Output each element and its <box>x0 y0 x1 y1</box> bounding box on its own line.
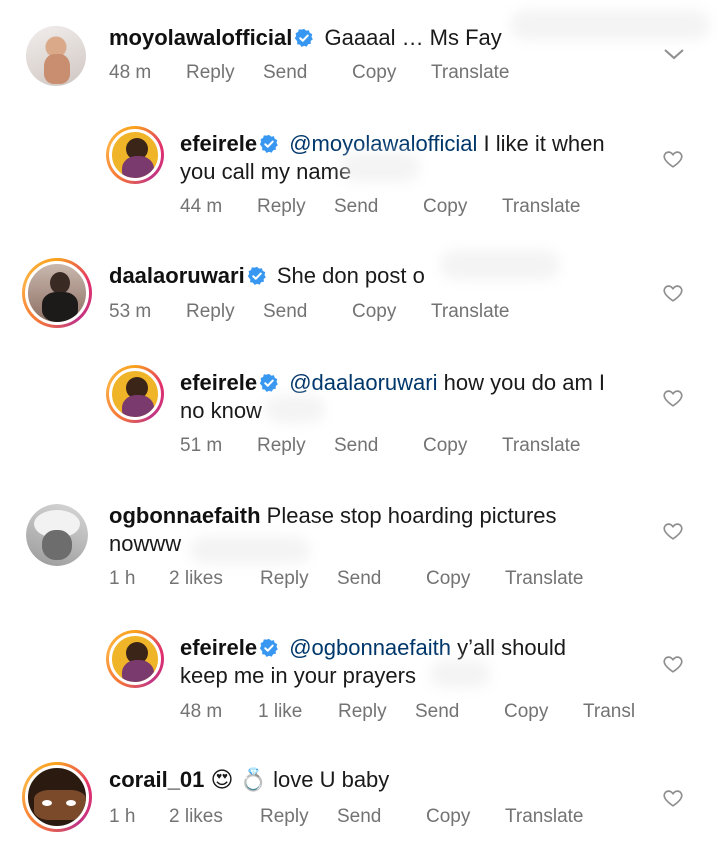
translate-button[interactable]: Translate <box>505 806 584 828</box>
avatar[interactable] <box>22 258 92 328</box>
comment-body: Please stop hoarding pictures <box>266 503 557 528</box>
copy-button[interactable]: Copy <box>352 301 396 323</box>
comment-body: I like it when <box>483 131 605 156</box>
verified-badge-icon <box>294 28 314 48</box>
comment-body: love U baby <box>273 767 390 792</box>
timestamp: 48 m <box>180 701 223 722</box>
blur-overlay <box>340 152 420 182</box>
comment-body: y’all should <box>457 635 566 660</box>
username[interactable]: efeirele <box>180 370 257 395</box>
send-button[interactable]: Send <box>415 701 459 723</box>
reply-button[interactable]: Reply <box>186 62 235 84</box>
username[interactable]: ogbonnaefaith <box>109 503 261 528</box>
avatar[interactable] <box>106 365 164 423</box>
blur-overlay <box>440 250 560 280</box>
comment-text: corail_01 😍 💍 love U baby <box>109 766 389 794</box>
reply-button[interactable]: Reply <box>186 301 235 323</box>
comment-body: you call my name <box>180 159 352 184</box>
reply-button[interactable]: Reply <box>257 196 306 218</box>
send-button[interactable]: Send <box>337 568 381 590</box>
avatar[interactable] <box>26 504 88 566</box>
send-button[interactable]: Send <box>337 806 381 828</box>
blur-overlay <box>265 395 325 423</box>
likes-count[interactable]: 1 like <box>258 701 302 723</box>
reply-button[interactable]: Reply <box>338 701 387 723</box>
translate-button[interactable]: Translate <box>431 62 510 84</box>
reply-button[interactable]: Reply <box>260 568 309 590</box>
username[interactable]: corail_01 <box>109 767 204 792</box>
chevron-down-icon[interactable] <box>663 48 685 60</box>
comment-body: keep me in your prayers <box>180 663 416 688</box>
avatar[interactable] <box>106 630 164 688</box>
likes-count[interactable]: 2 likes <box>169 568 223 590</box>
reply-button[interactable]: Reply <box>257 435 306 457</box>
timestamp: 51 m <box>180 435 223 456</box>
copy-button[interactable]: Copy <box>423 435 467 457</box>
send-button[interactable]: Send <box>263 301 307 323</box>
translate-button[interactable]: Translate <box>502 196 581 218</box>
blur-overlay <box>190 536 310 564</box>
emoji: 😍 💍 <box>210 767 267 792</box>
blur-overlay <box>510 10 710 40</box>
translate-button[interactable]: Translate <box>502 435 581 457</box>
comment-text: efeirele @daalaoruwari how you do am I n… <box>180 369 650 425</box>
blur-overlay <box>430 660 490 688</box>
heart-icon[interactable] <box>662 282 684 304</box>
copy-button[interactable]: Copy <box>426 568 470 590</box>
comment-body: Gaaaal … Ms Fay <box>324 25 502 50</box>
avatar[interactable] <box>26 26 86 86</box>
timestamp: 44 m <box>180 196 223 217</box>
reply-button[interactable]: Reply <box>260 806 309 828</box>
heart-icon[interactable] <box>662 387 684 409</box>
translate-button[interactable]: Translate <box>505 568 584 590</box>
verified-badge-icon <box>259 638 279 658</box>
send-button[interactable]: Send <box>334 435 378 457</box>
username[interactable]: efeirele <box>180 635 257 660</box>
copy-button[interactable]: Copy <box>352 62 396 84</box>
timestamp: 1 h <box>109 806 136 827</box>
likes-count[interactable]: 2 likes <box>169 806 223 828</box>
timestamp: 48 m <box>109 62 152 83</box>
timestamp: 53 m <box>109 301 152 322</box>
username[interactable]: daalaoruwari <box>109 263 245 288</box>
heart-icon[interactable] <box>662 148 684 170</box>
copy-button[interactable]: Copy <box>423 196 467 218</box>
verified-badge-icon <box>247 266 267 286</box>
timestamp: 1 h <box>109 568 136 589</box>
comment-body: no know <box>180 398 262 423</box>
avatar[interactable] <box>22 762 92 832</box>
comment-text: efeirele @ogbonnaefaith y’all should kee… <box>180 634 650 690</box>
copy-button[interactable]: Copy <box>426 806 470 828</box>
comment-body: She don post o <box>276 263 425 288</box>
comment-body: how you do am I <box>443 370 606 395</box>
verified-badge-icon <box>259 373 279 393</box>
comment-text: daalaoruwari She don post o <box>109 262 425 290</box>
heart-icon[interactable] <box>662 787 684 809</box>
mention-link[interactable]: @daalaoruwari <box>289 370 437 395</box>
verified-badge-icon <box>259 134 279 154</box>
copy-button[interactable]: Copy <box>504 701 548 723</box>
comment-body: nowww <box>109 531 182 556</box>
username[interactable]: efeirele <box>180 131 257 156</box>
send-button[interactable]: Send <box>334 196 378 218</box>
translate-button[interactable]: Transl <box>583 701 635 723</box>
username[interactable]: moyolawalofficial <box>109 25 292 50</box>
comment-text: ogbonnaefaith Please stop hoarding pictu… <box>109 502 629 558</box>
comment-text: moyolawalofficial Gaaaal … Ms Fay <box>109 24 502 52</box>
heart-icon[interactable] <box>662 653 684 675</box>
translate-button[interactable]: Translate <box>431 301 510 323</box>
mention-link[interactable]: @ogbonnaefaith <box>289 635 451 660</box>
send-button[interactable]: Send <box>263 62 307 84</box>
avatar[interactable] <box>106 126 164 184</box>
heart-icon[interactable] <box>662 520 684 542</box>
